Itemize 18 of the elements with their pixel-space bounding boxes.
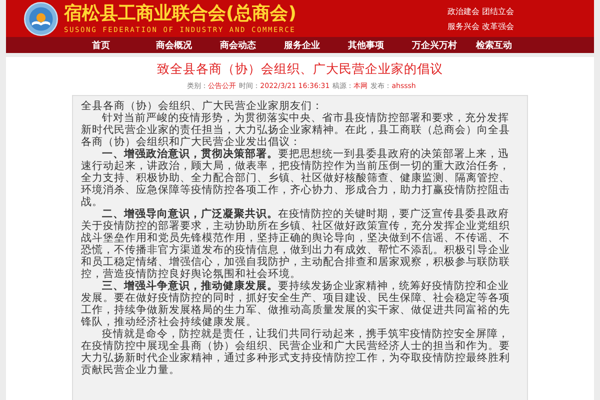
nav-link[interactable]: 检索互动	[476, 38, 540, 52]
paragraph: 针对当前严峻的疫情形势，为贯彻落实中央、省市县疫情防控部署和要求，充分发挥新时代民营企业家的责任担当，大力弘扬企业家精神。在此，县工商联（总商会）向全县各商（协）会组织和广大民营企业发出倡议：	[81, 112, 511, 148]
site-title: 宿松县工商业联合会(总商会)	[64, 2, 298, 24]
article-title: 致全县各商（协）会组织、广大民营企业家的倡议	[157, 61, 443, 77]
slogan-text: 服务兴会 改革强会	[447, 20, 514, 32]
paragraph: 二、增强导向意识，广泛凝聚共识。在疫情防控的关键时期，要广泛宣传县委县政府关于疫情防控的部署要求，主动协助所在乡镇、社区做好政策宣传，充分发挥企业党组织战斗堡垒作用和党员先锋模范作用，坚持正确的舆论导向，坚决做到不信谣、不传谣、不恐慌，不传播非官方渠道发布的疫情信息，做到出力有成效、帮忙不添乱。积极引导企业和员工稳定情绪、增强信心，加强自我防护，主动配合排查和居家观察，积极参与联防联控，营造疫情防控良好舆论氛围和社会环境。	[81, 208, 511, 280]
paragraph: 疫情就是命令，防控就是责任，让我们共同行动起来，携手筑牢疫情防控安全屏障，在疫情防控中展现全县商（协）会组织、民营企业和广大民营经济人士的担当和作为。要大力弘扬新时代企业家精神，通过多种形式支持疫情防控工作，为夺取疫情防控最终胜利贡献民营企业力量。	[81, 328, 511, 376]
paragraph: 一、增强政治意识，贯彻决策部署。要把思想统一到县委县政府的决策部署上来，迅速行动起来，讲政治，顾大局，做表率，把疫情防控作为当前压倒一切的重大政治任务，全力支持、积极协助、全力配合部门、乡镇、社区做好核酸筛查、健康监测、隔离管控、环境消杀、应急保障等疫情防控各项工作，齐心协力、形成合力，助力打赢疫情防控阻击战。	[81, 148, 511, 208]
nav-link[interactable]: 首页	[92, 38, 156, 52]
slogan-text: 政治建会 团结立会	[447, 6, 514, 18]
nav-link[interactable]: 其他事项	[348, 38, 412, 52]
nav-link[interactable]: 服务企业	[284, 38, 348, 52]
nav-link[interactable]: 商会动态	[220, 38, 284, 52]
paragraph: 三、增强斗争意识，推动健康发展。要持续发扬企业家精神，统筹好疫情防控和企业发展。要在做好疫情防控的同时，抓好安全生产、项目建设、民生保障、社会稳定等各项工作，持续争做新发展格局的生力军、做推动高质量发展的实干家、做促进共同富裕的先锋队，推动经济社会持续健康发展。	[81, 280, 511, 328]
greeting-text: 全县各商（协）会组织、广大民营企业家朋友们：	[81, 100, 324, 112]
logo-icon	[24, 2, 58, 36]
nav-link[interactable]: 商会概况	[156, 38, 220, 52]
nav-link[interactable]: 万企兴万村	[412, 38, 476, 52]
